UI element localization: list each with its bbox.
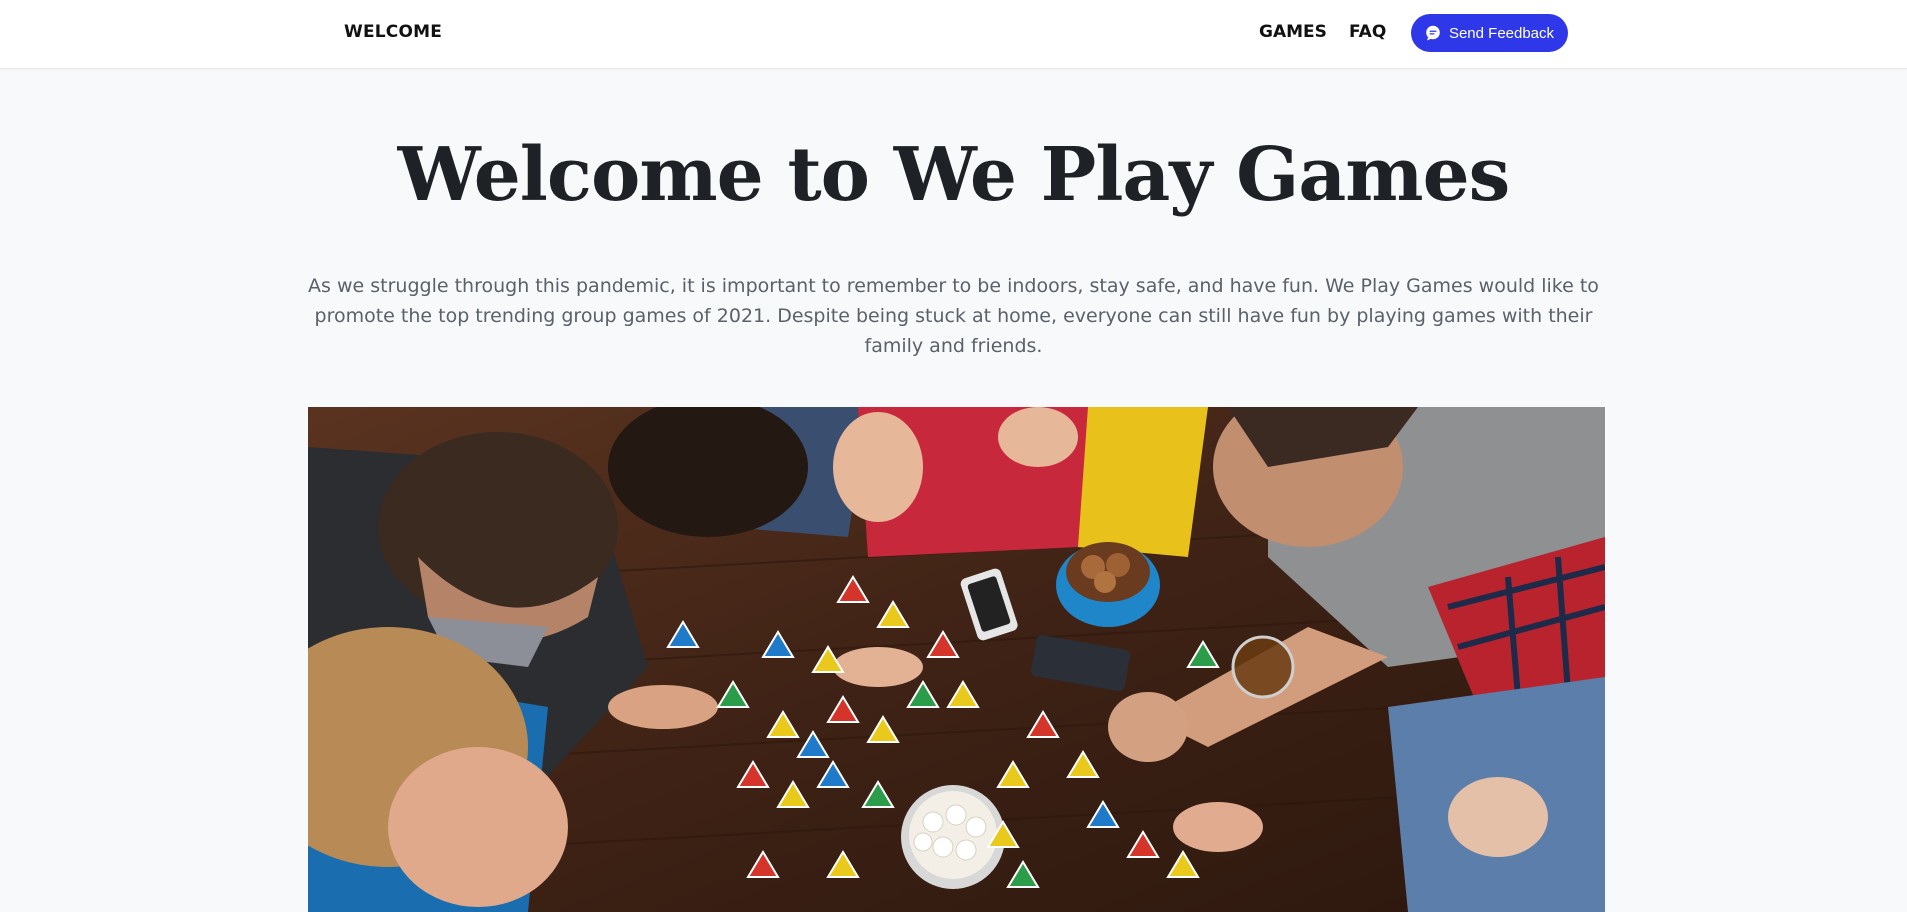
chat-bubble-icon <box>1426 25 1440 41</box>
navbar: WELCOME GAMES FAQ Send Feedback <box>0 0 1907 69</box>
hero-image <box>308 407 1605 912</box>
nav-link-games[interactable]: GAMES <box>1259 22 1327 42</box>
hero-description: As we struggle through this pandemic, it… <box>308 275 1599 357</box>
page-title: Welcome to We Play Games <box>397 132 1511 218</box>
nav-link-faq[interactable]: FAQ <box>1349 22 1386 42</box>
brand-link[interactable]: WELCOME <box>344 22 442 42</box>
send-feedback-button[interactable]: Send Feedback <box>1411 14 1568 52</box>
send-feedback-label: Send Feedback <box>1448 24 1555 42</box>
